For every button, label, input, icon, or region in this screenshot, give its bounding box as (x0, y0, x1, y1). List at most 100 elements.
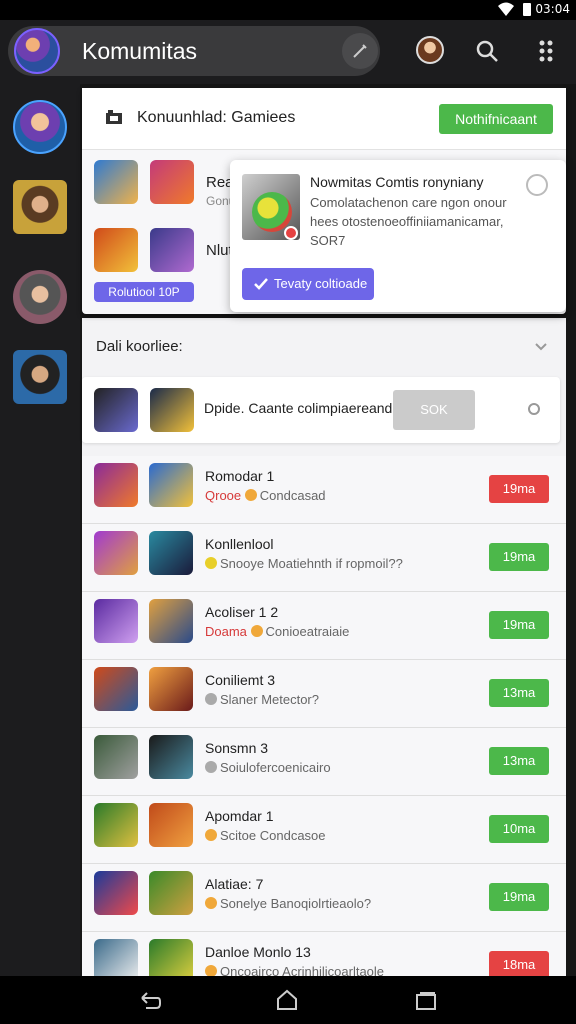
tools-icon (353, 44, 367, 58)
status-bar: 03:04 (0, 0, 576, 20)
check-icon (254, 278, 268, 290)
flag-icon (106, 110, 122, 124)
rating-badge[interactable]: Rolutiool 10P (94, 282, 194, 302)
list-item-meta-text: Condcasad (259, 488, 326, 503)
list-item-meta-text: Scitoe Condcasoe (220, 828, 326, 843)
system-nav-bar (0, 976, 576, 1024)
game-thumbnail (94, 531, 138, 575)
list-item-meta: Slaner Metector? (205, 692, 319, 707)
status-dot-icon (250, 625, 263, 637)
list-item-meta-text: Conioeatraiaie (265, 624, 350, 639)
game-thumbnail (149, 599, 193, 643)
tools-button[interactable] (342, 33, 378, 69)
list-item-name: Danloe Monlo 13 (205, 944, 311, 960)
list-item-action-button[interactable]: 18ma (489, 951, 549, 979)
title-pill[interactable]: Komumitas (8, 26, 380, 76)
game-thumbnail (94, 388, 138, 432)
search-icon[interactable] (474, 38, 500, 64)
status-dot-icon (205, 557, 217, 569)
list-item-name: Sonsmn 3 (205, 740, 269, 756)
list-item-meta-text: Soiulofercoenicairo (220, 760, 331, 775)
game-thumbnail (94, 667, 138, 711)
list-item[interactable]: Konllenlool Snooye Moatiehnth if ropmoil… (82, 524, 566, 592)
list-item[interactable]: Romodar 1 Qrooe Condcasad 19ma (82, 456, 566, 524)
close-icon[interactable] (526, 174, 548, 196)
game-thumbnail (149, 735, 193, 779)
game-thumbnail (150, 388, 194, 432)
game-thumbnail (94, 228, 138, 272)
status-dot-icon (205, 897, 217, 909)
game-thumbnail (149, 531, 193, 575)
home-icon[interactable] (276, 989, 298, 1011)
list-item-action-button[interactable]: 19ma (489, 543, 549, 571)
list-item-action-button[interactable]: 19ma (489, 475, 549, 503)
list-item[interactable]: Apomdar 1 Scitoe Condcasoe 10ma (82, 796, 566, 864)
list-item-tag: Qrooe (205, 488, 242, 503)
battery-icon (523, 3, 531, 16)
status-dot-icon (205, 829, 217, 841)
card-title: Konuunhlad: Gamiees (137, 109, 296, 126)
community-sidebar (0, 84, 80, 976)
game-thumbnail (94, 463, 138, 507)
list-item-name: Apomdar 1 (205, 808, 274, 824)
list-item-meta-text: Slaner Metector? (220, 692, 319, 707)
game-thumbnail (149, 803, 193, 847)
list-item-meta: Soiulofercoenicairo (205, 760, 331, 775)
game-thumbnail (150, 228, 194, 272)
list-item-action-button[interactable]: 10ma (489, 815, 549, 843)
status-dot-icon (205, 693, 217, 705)
back-icon[interactable] (138, 990, 162, 1010)
game-thumbnail (94, 599, 138, 643)
sidebar-community-3[interactable] (13, 270, 67, 324)
notification-button[interactable]: Nothifnicaant (439, 104, 553, 134)
sidebar-community-1[interactable] (13, 100, 67, 154)
featured-button[interactable]: SOK (393, 390, 475, 430)
wifi-icon (498, 2, 514, 16)
list-item-meta: Snooye Moatiehnth if ropmoil?? (205, 556, 403, 571)
user-avatar[interactable] (416, 36, 444, 64)
featured-radio[interactable] (528, 403, 540, 415)
grid-menu-icon[interactable] (538, 40, 554, 62)
recents-icon[interactable] (416, 992, 436, 1010)
list-item[interactable]: Sonsmn 3 Soiulofercoenicairo 13ma (82, 728, 566, 796)
status-dot-icon (205, 761, 217, 773)
popup-action-button[interactable]: Tevaty coltioade (242, 268, 374, 300)
list-item-meta: Qrooe Condcasad (205, 488, 326, 503)
list-item-tag: Doama (205, 624, 247, 639)
list-item-action-button[interactable]: 19ma (489, 611, 549, 639)
game-thumbnail (149, 871, 193, 915)
list-item-name: Alatiae: 7 (205, 876, 264, 892)
list-item[interactable]: Coniliemt 3 Slaner Metector? 13ma (82, 660, 566, 728)
featured-text: Dpide. Caante colimpiaereand (204, 400, 393, 416)
list-item-meta: Doama Conioeatraiaie (205, 624, 349, 639)
list-item-name: Romodar 1 (205, 468, 275, 484)
list-item-action-button[interactable]: 13ma (489, 747, 549, 775)
game-thumbnail (94, 871, 138, 915)
notification-popup: Nowmitas Comtis ronyniany Comolatachenon… (230, 160, 566, 312)
list-item-meta: Scitoe Condcasoe (205, 828, 326, 843)
sidebar-community-2[interactable] (13, 180, 67, 234)
chevron-down-icon[interactable] (534, 342, 548, 352)
status-time: 03:04 (535, 2, 570, 16)
game-thumbnail (94, 735, 138, 779)
card-header: Konuunhlad: Gamiees Nothifnicaant (82, 88, 566, 150)
list-item-meta-text: Snooye Moatiehnth if ropmoil?? (220, 556, 403, 571)
game-thumbnail (149, 667, 193, 711)
section-title: Dali koorliee: (96, 338, 183, 355)
featured-row[interactable]: Dpide. Caante colimpiaereand SOK (82, 377, 560, 443)
list-item-action-button[interactable]: 19ma (489, 883, 549, 911)
top-app-bar: Komumitas (0, 20, 576, 84)
list-item-name: Coniliemt 3 (205, 672, 276, 688)
game-thumbnail (94, 160, 138, 204)
list-item[interactable]: Acoliser 1 2 Doama Conioeatraiaie 19ma (82, 592, 566, 660)
game-thumbnail (150, 160, 194, 204)
list-item-name: Konllenlool (205, 536, 274, 552)
popup-action-label: Tevaty coltioade (274, 276, 368, 291)
app-avatar[interactable] (14, 28, 60, 74)
sidebar-community-4[interactable] (13, 350, 67, 404)
list-item-action-button[interactable]: 13ma (489, 679, 549, 707)
list-item-meta-text: Sonelye Banoqiolrtieaolo? (220, 896, 372, 911)
list-item[interactable]: Alatiae: 7 Sonelye Banoqiolrtieaolo? 19ma (82, 864, 566, 932)
mini-row-label: Nlut (206, 242, 233, 259)
game-thumbnail (149, 463, 193, 507)
